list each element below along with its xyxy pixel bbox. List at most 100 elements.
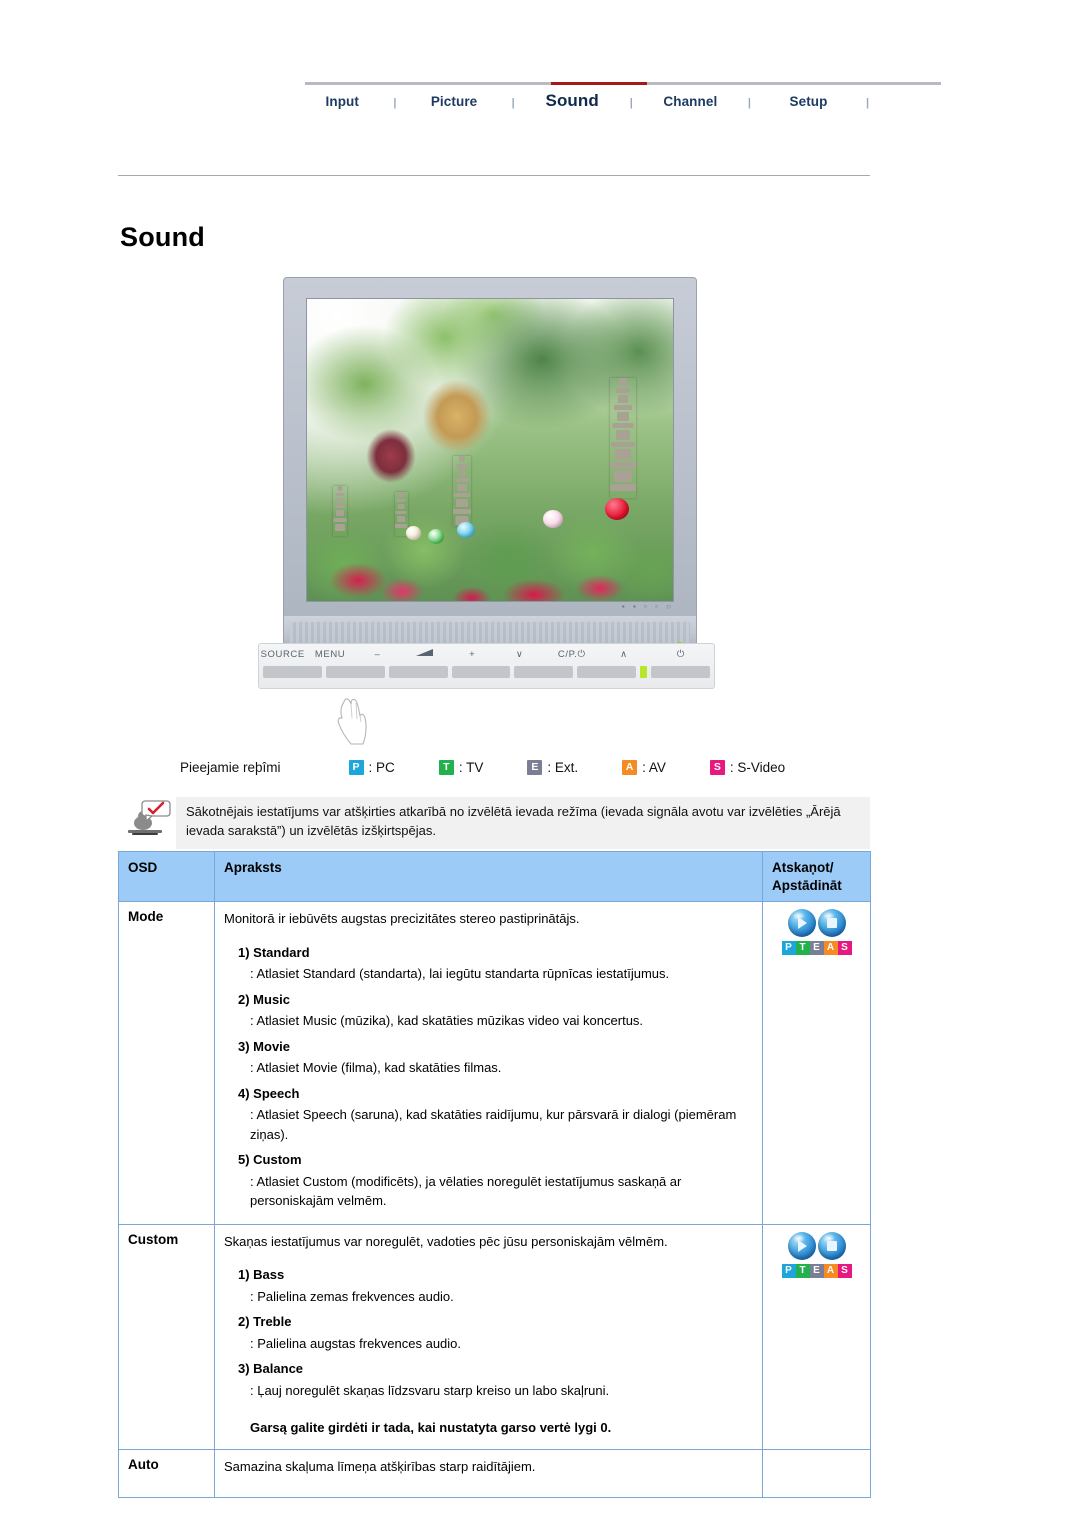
osd-settings-table: OSD Apraksts Atskaņot/ Apstādināt Mode Mo… bbox=[118, 850, 871, 1499]
source-button-label[interactable]: SOURCE bbox=[259, 649, 306, 660]
nav-rule-segment bbox=[811, 82, 907, 85]
nav-item-channel[interactable]: Channel bbox=[647, 94, 734, 109]
mode-badge-p-icon: P bbox=[781, 941, 796, 956]
nav-separator: | bbox=[511, 97, 515, 109]
mode-badge-s-icon: S bbox=[837, 941, 852, 956]
table-row: Auto Samazina skaļuma līmeņa atšķirības s… bbox=[118, 1448, 871, 1499]
control-button-row bbox=[263, 666, 711, 678]
option-body: : Atlasiet Movie (filma), kad skatāties … bbox=[250, 1060, 502, 1076]
pointing-hand-icon bbox=[337, 698, 367, 745]
option-title: 2) Music bbox=[238, 991, 291, 1007]
nav-rule-gap bbox=[777, 82, 811, 85]
control-button[interactable] bbox=[451, 666, 511, 678]
lantern-green bbox=[427, 528, 444, 544]
nav-rule-gap bbox=[647, 82, 681, 85]
control-button[interactable] bbox=[651, 666, 711, 678]
option-title: 4) Speech bbox=[238, 1085, 300, 1101]
mode-legend-item: T: TV bbox=[438, 760, 483, 775]
plus-button-label[interactable]: + bbox=[449, 649, 496, 660]
option-body: : Palielina augstas frekvences audio. bbox=[250, 1335, 462, 1351]
control-button[interactable] bbox=[514, 666, 574, 678]
nav-separator: | bbox=[866, 97, 870, 109]
stop-icon[interactable] bbox=[817, 1231, 846, 1260]
pagoda-large bbox=[610, 377, 637, 498]
mode-legend-item: A: AV bbox=[622, 760, 666, 775]
play-stop-cell: PTEAS bbox=[762, 1223, 871, 1450]
mode-label: : PC bbox=[368, 760, 395, 775]
nav-item-picture[interactable]: Picture bbox=[410, 94, 497, 109]
mode-badge-s-icon: S bbox=[837, 1263, 852, 1278]
description-lead: Monitorā ir iebūvēts augstas precizitāte… bbox=[224, 911, 580, 927]
top-navigation: Input | Picture | Sound | Channel | Setup | bbox=[305, 82, 941, 111]
play-stop-line2: Apstādināt bbox=[772, 877, 842, 893]
mode-badge-t-icon: T bbox=[438, 760, 454, 775]
description-lead: Samazina skaļuma līmeņa atšķirības starp… bbox=[224, 1458, 536, 1474]
control-button[interactable] bbox=[325, 666, 385, 678]
table-row: Mode Monitorā ir iebūvēts augstas precizi… bbox=[118, 901, 871, 1225]
header-divider bbox=[118, 175, 870, 176]
mode-badge-t-icon: T bbox=[795, 941, 810, 956]
option-body: : Atlasiet Music (mūzika), kad skatāties… bbox=[250, 1013, 644, 1029]
control-button[interactable] bbox=[388, 666, 448, 678]
nav-item-sound[interactable]: Sound bbox=[529, 91, 616, 111]
nav-underline bbox=[305, 82, 941, 85]
option-title: 3) Balance bbox=[238, 1361, 304, 1377]
nav-rule-segment bbox=[305, 82, 387, 85]
led-indicator bbox=[640, 666, 648, 678]
chevron-up-icon[interactable]: ∧ bbox=[600, 649, 647, 660]
mode-badge-strip: PTEAS bbox=[772, 1263, 861, 1278]
option-title: 1) Bass bbox=[238, 1267, 285, 1283]
nav-rule-segment bbox=[681, 82, 777, 85]
option-body: : Atlasiet Custom (modificēts), ja vēlat… bbox=[250, 1173, 682, 1209]
person-with-checkmark-bubble-icon bbox=[118, 797, 176, 845]
play-icon[interactable] bbox=[787, 1231, 816, 1260]
power-icon[interactable]: ⏻ bbox=[648, 649, 714, 660]
nav-separator: | bbox=[747, 97, 751, 109]
mode-badge-e-icon: E bbox=[809, 1263, 824, 1278]
monitor-illustration: ▪ ▪ ▫ ▫ ○ bbox=[283, 277, 697, 654]
mode-label: : Ext. bbox=[547, 760, 579, 775]
nav-rule-segment bbox=[421, 82, 517, 85]
nav-rule-gap bbox=[517, 82, 551, 85]
option-body: : Ļauj noregulēt skaņas līdzsvaru starp … bbox=[250, 1382, 610, 1398]
mode-label: : AV bbox=[642, 760, 666, 775]
osd-item-name: Auto bbox=[118, 1448, 215, 1499]
option-body: : Atlasiet Speech (saruna), kad skatātie… bbox=[250, 1107, 737, 1142]
stop-icon[interactable] bbox=[817, 909, 846, 938]
mode-badge-e-icon: E bbox=[809, 941, 824, 956]
monitor-bezel bbox=[283, 277, 697, 617]
note-text: Sākotnējais iestatījums var atšķirties a… bbox=[176, 797, 870, 849]
osd-item-description: Samazina skaļuma līmeņa atšķirības starp… bbox=[214, 1448, 763, 1499]
pagoda-center bbox=[453, 456, 472, 526]
control-button[interactable] bbox=[577, 666, 637, 678]
page-title: Sound bbox=[120, 222, 205, 252]
mode-badge-a-icon: A bbox=[823, 1263, 838, 1278]
osd-item-name: Mode bbox=[118, 901, 215, 1225]
control-button[interactable] bbox=[263, 666, 322, 678]
channel-power-label[interactable]: C/P.⏻ bbox=[543, 649, 600, 660]
nav-item-input[interactable]: Input bbox=[305, 94, 380, 109]
menu-button-label[interactable]: MENU bbox=[306, 649, 353, 660]
osd-item-description: Monitorā ir iebūvēts augstas precizitāte… bbox=[214, 901, 763, 1225]
option-title: 2) Treble bbox=[238, 1314, 292, 1330]
option-title: 5) Custom bbox=[238, 1152, 302, 1168]
mode-badge-a-icon: A bbox=[823, 941, 838, 956]
option-body: : Atlasiet Standard (standarta), lai ieg… bbox=[250, 966, 670, 982]
table-header-row: OSD Apraksts Atskaņot/ Apstādināt bbox=[118, 850, 871, 903]
nav-rule-segment bbox=[551, 82, 647, 85]
play-stop-line1: Atskaņot/ bbox=[772, 860, 834, 875]
nav-item-setup[interactable]: Setup bbox=[765, 94, 852, 109]
nav-separator: | bbox=[629, 97, 633, 109]
minus-button-label[interactable]: – bbox=[354, 649, 401, 660]
mode-legend-item: E: Ext. bbox=[527, 760, 578, 775]
mode-badge-p-icon: P bbox=[348, 760, 364, 775]
mode-badge-s-icon: S bbox=[709, 760, 725, 775]
mode-badge-t-icon: T bbox=[795, 1263, 810, 1278]
option-title: 3) Movie bbox=[238, 1038, 291, 1054]
play-icon[interactable] bbox=[787, 909, 816, 938]
control-labels: SOURCE MENU – + ∨ C/P.⏻ ∧ ⏻ bbox=[259, 648, 714, 660]
note-callout: Sākotnējais iestatījums var atšķirties a… bbox=[118, 797, 870, 849]
chevron-down-icon[interactable]: ∨ bbox=[496, 649, 543, 660]
option-body: : Palielina zemas frekvences audio. bbox=[250, 1288, 454, 1304]
volume-icon bbox=[401, 648, 448, 660]
